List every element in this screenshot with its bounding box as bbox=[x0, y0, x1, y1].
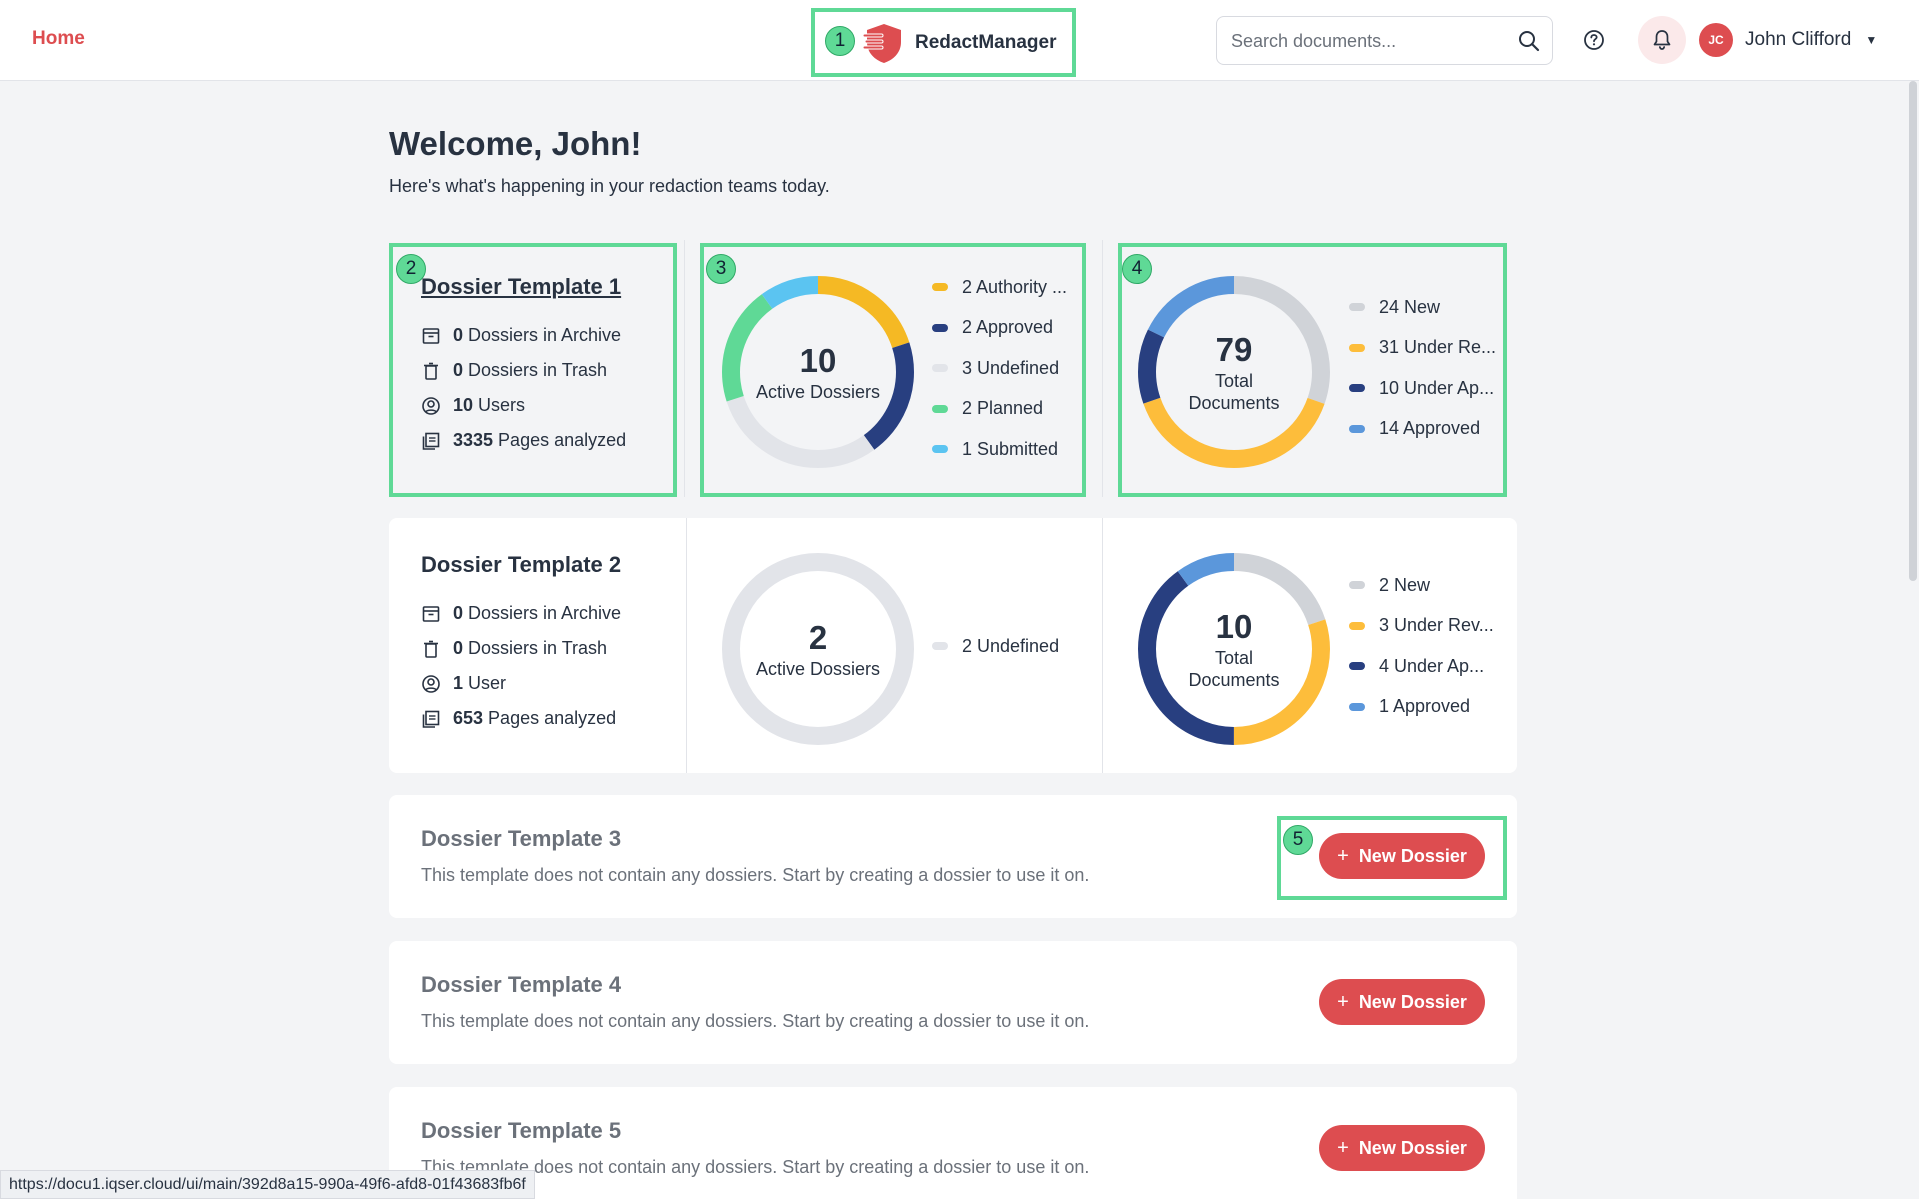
search-box[interactable] bbox=[1216, 16, 1553, 65]
legend-item: 24 New bbox=[1349, 287, 1496, 328]
redact-shield-logo-icon bbox=[863, 23, 901, 63]
pages-stat: 3335 Pages analyzed bbox=[421, 423, 626, 458]
archive-icon bbox=[422, 605, 440, 622]
dossier-status-donut: 10 Active Dossiers bbox=[720, 274, 916, 470]
trash-stat: 0 Dossiers in Trash bbox=[421, 353, 626, 388]
active-dossiers-count: 10 bbox=[799, 342, 837, 379]
chevron-down-icon: ▼ bbox=[1865, 33, 1878, 47]
legend-item: 3 Undefined bbox=[932, 348, 1067, 389]
plus-icon: + bbox=[1337, 1136, 1349, 1159]
legend-item: 2 Undefined bbox=[932, 626, 1059, 667]
annotation-badge-4: 4 bbox=[1122, 254, 1152, 284]
legend-item: 2 Approved bbox=[932, 308, 1067, 349]
brand-name: RedactManager bbox=[915, 31, 1057, 53]
avatar: JC bbox=[1699, 23, 1733, 57]
column-divider bbox=[686, 518, 687, 773]
empty-template-card-5: Dossier Template 5 This template does no… bbox=[389, 1087, 1517, 1199]
help-icon bbox=[1584, 30, 1604, 50]
empty-template-message: This template does not contain any dossi… bbox=[421, 865, 1090, 885]
legend-item: 31 Under Re... bbox=[1349, 328, 1496, 369]
dossier-status-donut: 2 Active Dossiers bbox=[720, 551, 916, 747]
trash-icon bbox=[424, 362, 438, 380]
annotation-badge-5: 5 bbox=[1283, 825, 1313, 855]
page-scrollbar[interactable] bbox=[1906, 81, 1919, 1199]
bell-icon bbox=[1653, 30, 1671, 50]
active-dossiers-count: 2 bbox=[808, 619, 828, 656]
active-dossiers-label: Active Dossiers bbox=[755, 659, 881, 679]
archive-icon bbox=[422, 327, 440, 344]
search-icon[interactable] bbox=[1518, 30, 1540, 52]
total-documents-count: 10 bbox=[1215, 608, 1253, 645]
legend-item: 4 Under Ap... bbox=[1349, 646, 1494, 687]
annotation-badge-3: 3 bbox=[706, 254, 736, 284]
dossier-status-legend: 2 Authority ... 2 Approved 3 Undefined 2… bbox=[932, 267, 1067, 470]
pages-icon bbox=[422, 432, 440, 450]
template-title: Dossier Template 3 bbox=[421, 826, 622, 851]
user-menu[interactable]: JC John Clifford ▼ bbox=[1699, 21, 1877, 59]
help-button[interactable] bbox=[1576, 22, 1612, 58]
pages-icon bbox=[422, 710, 440, 728]
legend-item: 3 Under Rev... bbox=[1349, 606, 1494, 647]
users-stat: 10 Users bbox=[421, 388, 626, 423]
archive-stat: 0 Dossiers in Archive bbox=[421, 596, 621, 631]
notifications-button[interactable] bbox=[1638, 16, 1686, 64]
template-title-link[interactable]: Dossier Template 1 bbox=[421, 274, 626, 300]
document-status-legend: 2 New 3 Under Rev... 4 Under Ap... 1 App… bbox=[1349, 565, 1494, 727]
column-divider bbox=[1102, 518, 1103, 773]
total-documents-label: Total Documents bbox=[1188, 648, 1280, 690]
column-divider bbox=[684, 240, 685, 497]
active-dossiers-label: Active Dossiers bbox=[755, 382, 881, 402]
legend-item: 2 Planned bbox=[932, 389, 1067, 430]
user-name: John Clifford bbox=[1745, 29, 1852, 50]
template-info: Dossier Template 1 0 Dossiers in Archive … bbox=[421, 274, 626, 458]
pages-stat: 653 Pages analyzed bbox=[421, 701, 621, 736]
document-status-donut: 79 Total Documents bbox=[1136, 274, 1332, 470]
top-bar: Home RedactManager JC John Cliffor bbox=[0, 0, 1919, 81]
document-status-legend: 24 New 31 Under Re... 10 Under Ap... 14 … bbox=[1349, 287, 1496, 449]
empty-template-card-4: Dossier Template 4 This template does no… bbox=[389, 941, 1517, 1064]
template-title-link[interactable]: Dossier Template 2 bbox=[421, 552, 621, 578]
user-icon bbox=[422, 396, 440, 415]
total-documents-count: 79 bbox=[1215, 331, 1253, 368]
empty-template-message: This template does not contain any dossi… bbox=[421, 1011, 1090, 1031]
search-input[interactable] bbox=[1231, 27, 1511, 55]
template-card-2: Dossier Template 2 0 Dossiers in Archive … bbox=[389, 518, 1517, 773]
template-title: Dossier Template 5 bbox=[421, 1118, 622, 1143]
legend-item: 14 Approved bbox=[1349, 409, 1496, 450]
trash-stat: 0 Dossiers in Trash bbox=[421, 631, 621, 666]
new-dossier-button[interactable]: + New Dossier bbox=[1319, 1125, 1485, 1171]
document-status-donut: 10 Total Documents bbox=[1136, 551, 1332, 747]
total-documents-label: Total Documents bbox=[1188, 371, 1280, 413]
template-card-1: Dossier Template 1 0 Dossiers in Archive … bbox=[389, 240, 1517, 497]
new-dossier-button[interactable]: + New Dossier bbox=[1319, 979, 1485, 1025]
user-icon bbox=[422, 674, 440, 693]
trash-icon bbox=[424, 640, 438, 658]
legend-item: 1 Approved bbox=[1349, 687, 1494, 728]
annotation-badge-1: 1 bbox=[825, 26, 855, 56]
new-dossier-button[interactable]: + New Dossier bbox=[1319, 833, 1485, 879]
plus-icon: + bbox=[1337, 844, 1349, 867]
dossier-status-legend: 2 Undefined bbox=[932, 626, 1059, 667]
legend-item: 1 Submitted bbox=[932, 429, 1067, 470]
status-bar-url: https://docu1.iqser.cloud/ui/main/392d8a… bbox=[0, 1170, 535, 1199]
legend-item: 2 Authority ... bbox=[932, 267, 1067, 308]
scroll-thumb[interactable] bbox=[1909, 81, 1917, 581]
page-title: Welcome, John! bbox=[389, 125, 642, 162]
home-link[interactable]: Home bbox=[32, 28, 85, 50]
legend-item: 10 Under Ap... bbox=[1349, 368, 1496, 409]
empty-template-card-3: Dossier Template 3 This template does no… bbox=[389, 795, 1517, 918]
page-subtitle: Here's what's happening in your redactio… bbox=[389, 176, 830, 196]
plus-icon: + bbox=[1337, 990, 1349, 1013]
legend-item: 2 New bbox=[1349, 565, 1494, 606]
template-info: Dossier Template 2 0 Dossiers in Archive … bbox=[421, 552, 621, 736]
column-divider bbox=[1102, 240, 1103, 497]
annotation-badge-2: 2 bbox=[396, 254, 426, 284]
template-title: Dossier Template 4 bbox=[421, 972, 622, 997]
archive-stat: 0 Dossiers in Archive bbox=[421, 318, 626, 353]
users-stat: 1 User bbox=[421, 666, 621, 701]
